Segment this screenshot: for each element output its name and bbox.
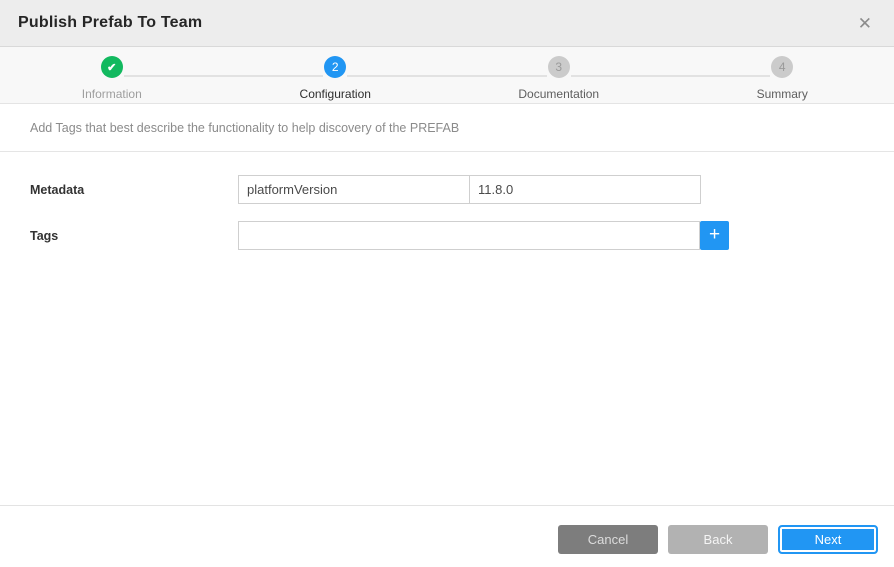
step-description: Add Tags that best describe the function…	[30, 121, 459, 135]
dialog-footer: Cancel Back Next	[0, 505, 894, 567]
step-label: Information	[82, 87, 142, 101]
metadata-row: Metadata	[30, 175, 864, 204]
step-description-row: Add Tags that best describe the function…	[0, 104, 894, 152]
metadata-value-input[interactable]	[469, 175, 701, 204]
tags-row: Tags +	[30, 221, 864, 250]
dialog-title: Publish Prefab To Team	[18, 14, 202, 32]
back-button[interactable]: Back	[668, 525, 768, 554]
plus-icon: +	[709, 225, 720, 244]
tags-label: Tags	[30, 229, 238, 243]
step-label: Configuration	[300, 87, 371, 101]
close-icon[interactable]: ✕	[854, 13, 876, 34]
publish-prefab-dialog: Publish Prefab To Team ✕ ✔ Information 2…	[0, 0, 894, 567]
add-tag-button[interactable]: +	[700, 221, 729, 250]
step-number-badge[interactable]: 4	[771, 56, 793, 78]
step-documentation[interactable]: 3 Documentation	[447, 56, 671, 103]
metadata-label: Metadata	[30, 183, 238, 197]
step-label: Summary	[757, 87, 808, 101]
dialog-header: Publish Prefab To Team ✕	[0, 0, 894, 47]
check-icon[interactable]: ✔	[101, 56, 123, 78]
tags-input[interactable]	[238, 221, 700, 250]
step-number-badge[interactable]: 2	[324, 56, 346, 78]
metadata-key-input[interactable]	[238, 175, 470, 204]
step-label: Documentation	[518, 87, 599, 101]
cancel-button[interactable]: Cancel	[558, 525, 658, 554]
configuration-form: Metadata Tags +	[0, 152, 894, 505]
wizard-stepper: ✔ Information 2 Configuration 3 Document…	[0, 47, 894, 104]
next-button[interactable]: Next	[778, 525, 878, 554]
step-configuration[interactable]: 2 Configuration	[224, 56, 448, 103]
step-information[interactable]: ✔ Information	[0, 56, 224, 103]
step-summary[interactable]: 4 Summary	[671, 56, 894, 103]
step-number-badge[interactable]: 3	[548, 56, 570, 78]
